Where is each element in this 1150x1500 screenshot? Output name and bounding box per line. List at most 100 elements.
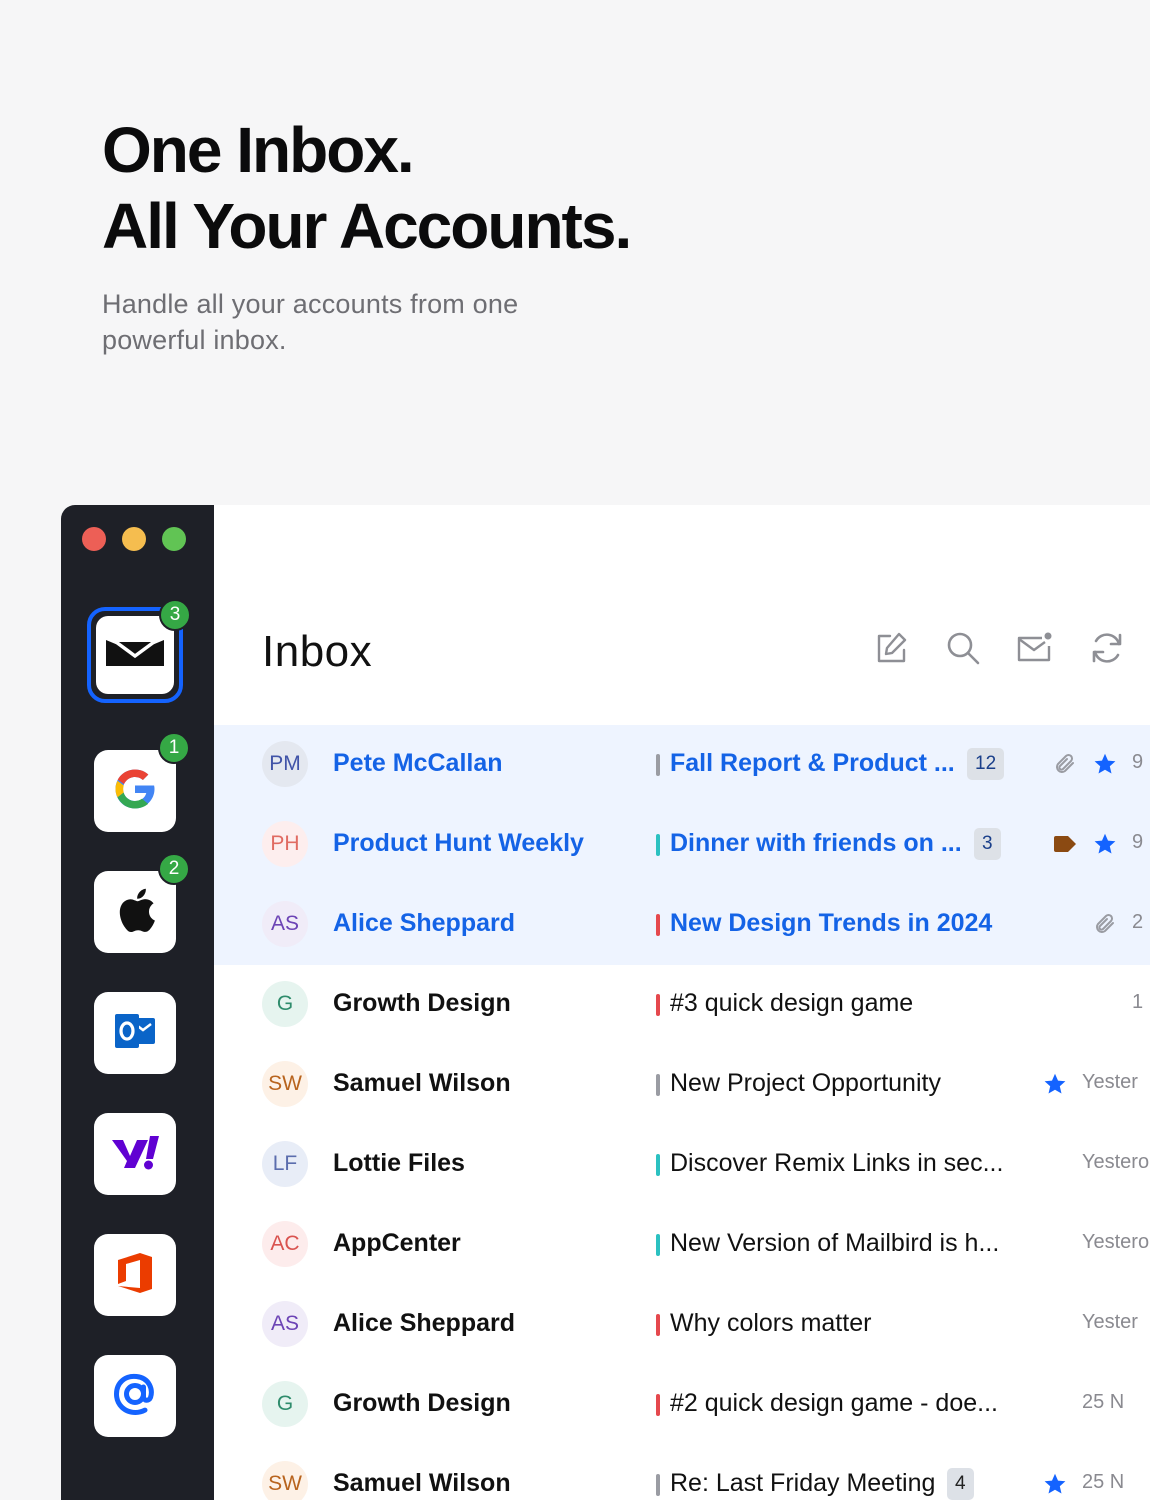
email-date: 1	[1132, 991, 1144, 1013]
hero: One Inbox. All Your Accounts. Handle all…	[102, 112, 802, 358]
label-color-bar	[656, 914, 660, 936]
email-subject: New Version of Mailbird is h...	[670, 1229, 1000, 1257]
label-color-bar	[656, 1154, 660, 1176]
compose-button[interactable]	[872, 631, 910, 669]
app-window: 3 1 2 Inbox PM Pete McCallan Fall Report…	[61, 505, 1150, 1500]
maximize-window-button[interactable]	[162, 527, 186, 551]
avatar: AS	[262, 1301, 308, 1347]
inbox-pane: Inbox PM Pete McCallan Fall Report & Pro…	[214, 505, 1150, 1500]
google-icon	[111, 765, 159, 818]
email-list: PM Pete McCallan Fall Report & Product ...…	[214, 725, 1150, 1500]
email-date: 9	[1132, 831, 1144, 853]
email-date: 2	[1132, 911, 1144, 933]
sender-name: Alice Sheppard	[333, 909, 515, 937]
email-row[interactable]: LF Lottie Files Discover Remix Links in se…	[214, 1125, 1150, 1205]
unread-count-badge: 1	[158, 732, 190, 764]
sender-name: AppCenter	[333, 1229, 461, 1257]
account-apple[interactable]: 2	[94, 853, 190, 953]
refresh-icon	[1089, 630, 1125, 671]
email-row[interactable]: G Growth Design #2 quick design game - doe…	[214, 1365, 1150, 1445]
label-color-bar	[656, 1234, 660, 1256]
thread-count-badge: 4	[947, 1468, 974, 1500]
hero-title-line1: One Inbox.	[102, 114, 415, 186]
email-date: 25 N	[1082, 1471, 1125, 1493]
avatar: G	[262, 981, 308, 1027]
sender-name: Pete McCallan	[333, 749, 503, 777]
thread-count-badge: 12	[967, 748, 1005, 780]
email-subject: Dinner with friends on ...	[670, 829, 962, 857]
envelope-icon	[102, 636, 168, 675]
unread-filter-button[interactable]	[1016, 631, 1054, 669]
sender-name: Alice Sheppard	[333, 1309, 515, 1337]
unread-count-badge: 3	[159, 599, 191, 631]
sender-name: Product Hunt Weekly	[333, 829, 584, 857]
email-subject: #2 quick design game - doe...	[670, 1389, 998, 1417]
email-row[interactable]: PH Product Hunt Weekly Dinner with friends…	[214, 805, 1150, 885]
email-date: Yestero	[1082, 1231, 1150, 1253]
email-date: Yester	[1082, 1071, 1138, 1093]
email-row[interactable]: SW Samuel Wilson New Project Opportunity Ye…	[214, 1045, 1150, 1125]
accounts-sidebar: 3 1 2	[61, 505, 214, 1500]
star-icon[interactable]	[1092, 751, 1118, 777]
avatar: LF	[262, 1141, 308, 1187]
avatar: PH	[262, 821, 308, 867]
office-icon	[114, 1251, 156, 1300]
at-icon	[112, 1371, 158, 1422]
label-color-bar	[656, 1074, 660, 1096]
sender-name: Samuel Wilson	[333, 1469, 511, 1497]
account-yahoo[interactable]	[94, 1113, 176, 1195]
thread-count-badge: 3	[974, 828, 1001, 860]
hero-title-line2: All Your Accounts.	[102, 190, 632, 262]
account-outlook[interactable]	[94, 992, 176, 1074]
email-row[interactable]: PM Pete McCallan Fall Report & Product ...…	[214, 725, 1150, 805]
avatar: AC	[262, 1221, 308, 1267]
account-unified-inbox[interactable]: 3	[87, 599, 191, 703]
account-office[interactable]	[94, 1234, 176, 1316]
search-icon	[945, 630, 981, 671]
label-color-bar	[656, 1474, 660, 1496]
avatar: AS	[262, 901, 308, 947]
star-icon[interactable]	[1042, 1471, 1068, 1497]
outlook-icon	[113, 1010, 157, 1057]
star-icon[interactable]	[1042, 1071, 1068, 1097]
unread-mail-icon	[1016, 631, 1054, 670]
email-subject: New Project Opportunity	[670, 1069, 941, 1097]
email-subject: Why colors matter	[670, 1309, 872, 1337]
sender-name: Lottie Files	[333, 1149, 465, 1177]
label-color-bar	[656, 1394, 660, 1416]
email-date: Yestero	[1082, 1151, 1150, 1173]
email-date: 25 N	[1082, 1391, 1125, 1413]
email-row[interactable]: AC AppCenter New Version of Mailbird is h.…	[214, 1205, 1150, 1285]
close-window-button[interactable]	[82, 527, 106, 551]
email-date: 9	[1132, 751, 1144, 773]
avatar: SW	[262, 1061, 308, 1107]
sender-name: Samuel Wilson	[333, 1069, 511, 1097]
paperclip-icon	[1092, 911, 1118, 937]
search-button[interactable]	[944, 631, 982, 669]
email-date: Yester	[1082, 1311, 1138, 1333]
email-row[interactable]: G Growth Design #3 quick design game 1	[214, 965, 1150, 1045]
hero-subtitle: Handle all your accounts from one powerf…	[102, 289, 519, 355]
unread-count-badge: 2	[158, 853, 190, 885]
account-other-mail[interactable]	[94, 1355, 176, 1437]
sender-name: Growth Design	[333, 1389, 511, 1417]
email-row[interactable]: SW Samuel Wilson Re: Last Friday Meeting 4 2…	[214, 1445, 1150, 1500]
page-title: Inbox	[262, 627, 373, 676]
compose-icon	[874, 631, 908, 670]
sender-name: Growth Design	[333, 989, 511, 1017]
email-subject: Fall Report & Product ...	[670, 749, 955, 777]
email-subject: New Design Trends in 2024	[670, 909, 993, 937]
email-subject: Re: Last Friday Meeting	[670, 1469, 936, 1497]
email-row[interactable]: AS Alice Sheppard Why colors matter Yester	[214, 1285, 1150, 1365]
star-icon[interactable]	[1092, 831, 1118, 857]
paperclip-icon	[1052, 751, 1078, 777]
label-color-bar	[656, 834, 660, 856]
toolbar	[872, 631, 1126, 669]
avatar: SW	[262, 1461, 308, 1500]
account-google[interactable]: 1	[94, 732, 190, 832]
minimize-window-button[interactable]	[122, 527, 146, 551]
refresh-button[interactable]	[1088, 631, 1126, 669]
email-subject: Discover Remix Links in sec...	[670, 1149, 1004, 1177]
label-color-bar	[656, 1314, 660, 1336]
email-row[interactable]: AS Alice Sheppard New Design Trends in 202…	[214, 885, 1150, 965]
